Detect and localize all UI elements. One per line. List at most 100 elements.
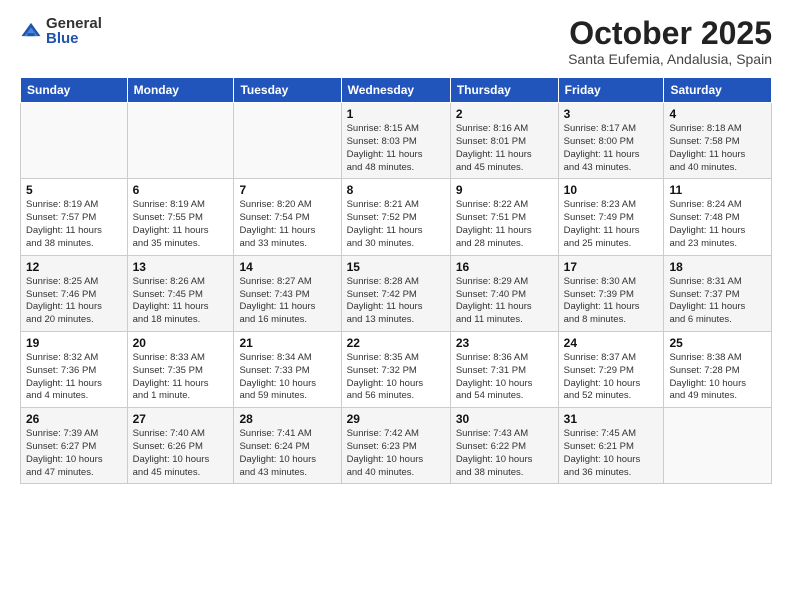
day-number: 31	[564, 412, 659, 426]
day-cell: 13 Sunrise: 8:26 AM Sunset: 7:45 PM Dayli…	[127, 255, 234, 331]
day-info: Sunrise: 8:25 AM Sunset: 7:46 PM Dayligh…	[26, 276, 122, 327]
day-info: Sunrise: 8:36 AM Sunset: 7:31 PM Dayligh…	[456, 352, 553, 403]
day-cell: 19 Sunrise: 8:32 AM Sunset: 7:36 PM Dayli…	[21, 331, 128, 407]
day-info: Sunrise: 8:18 AM Sunset: 7:58 PM Dayligh…	[669, 123, 766, 174]
day-number: 15	[347, 260, 445, 274]
day-number: 1	[347, 107, 445, 121]
day-number: 3	[564, 107, 659, 121]
day-cell: 27Sunrise: 7:40 AM Sunset: 6:26 PM Dayli…	[127, 408, 234, 484]
day-number: 20	[133, 336, 229, 350]
calendar-header: SundayMondayTuesdayWednesdayThursdayFrid…	[21, 78, 772, 103]
day-info: Sunrise: 8:33 AM Sunset: 7:35 PM Dayligh…	[133, 352, 229, 403]
day-info: Sunrise: 8:19 AM Sunset: 7:57 PM Dayligh…	[26, 199, 122, 250]
day-cell	[127, 103, 234, 179]
day-info: Sunrise: 8:20 AM Sunset: 7:54 PM Dayligh…	[239, 199, 335, 250]
calendar-body: 1 Sunrise: 8:15 AM Sunset: 8:03 PM Daylig…	[21, 103, 772, 484]
week-row-1: 5 Sunrise: 8:19 AM Sunset: 7:57 PM Daylig…	[21, 179, 772, 255]
week-row-0: 1 Sunrise: 8:15 AM Sunset: 8:03 PM Daylig…	[21, 103, 772, 179]
day-cell: 11Sunrise: 8:24 AM Sunset: 7:48 PM Dayli…	[664, 179, 772, 255]
day-cell: 24 Sunrise: 8:37 AM Sunset: 7:29 PM Dayli…	[558, 331, 664, 407]
day-info: Sunrise: 8:35 AM Sunset: 7:32 PM Dayligh…	[347, 352, 445, 403]
day-cell: 7 Sunrise: 8:20 AM Sunset: 7:54 PM Daylig…	[234, 179, 341, 255]
day-info: Sunrise: 7:42 AM Sunset: 6:23 PM Dayligh…	[347, 428, 445, 479]
day-cell	[21, 103, 128, 179]
day-cell: 18Sunrise: 8:31 AM Sunset: 7:37 PM Dayli…	[664, 255, 772, 331]
day-number: 10	[564, 183, 659, 197]
weekday-monday: Monday	[127, 78, 234, 103]
day-number: 4	[669, 107, 766, 121]
day-number: 2	[456, 107, 553, 121]
day-info: Sunrise: 8:15 AM Sunset: 8:03 PM Dayligh…	[347, 123, 445, 174]
day-number: 7	[239, 183, 335, 197]
day-cell: 26 Sunrise: 7:39 AM Sunset: 6:27 PM Dayli…	[21, 408, 128, 484]
header: General Blue October 2025 Santa Eufemia,…	[20, 16, 772, 67]
logo-icon	[20, 20, 42, 42]
week-row-3: 19 Sunrise: 8:32 AM Sunset: 7:36 PM Dayli…	[21, 331, 772, 407]
day-number: 11	[669, 183, 766, 197]
day-info: Sunrise: 8:34 AM Sunset: 7:33 PM Dayligh…	[239, 352, 335, 403]
day-info: Sunrise: 8:16 AM Sunset: 8:01 PM Dayligh…	[456, 123, 553, 174]
day-info: Sunrise: 8:26 AM Sunset: 7:45 PM Dayligh…	[133, 276, 229, 327]
calendar-table: SundayMondayTuesdayWednesdayThursdayFrid…	[20, 77, 772, 484]
day-number: 5	[26, 183, 122, 197]
day-info: Sunrise: 8:29 AM Sunset: 7:40 PM Dayligh…	[456, 276, 553, 327]
day-info: Sunrise: 7:43 AM Sunset: 6:22 PM Dayligh…	[456, 428, 553, 479]
day-cell: 25Sunrise: 8:38 AM Sunset: 7:28 PM Dayli…	[664, 331, 772, 407]
day-number: 19	[26, 336, 122, 350]
day-number: 13	[133, 260, 229, 274]
day-number: 18	[669, 260, 766, 274]
day-number: 17	[564, 260, 659, 274]
day-info: Sunrise: 7:39 AM Sunset: 6:27 PM Dayligh…	[26, 428, 122, 479]
day-info: Sunrise: 8:32 AM Sunset: 7:36 PM Dayligh…	[26, 352, 122, 403]
day-number: 9	[456, 183, 553, 197]
weekday-wednesday: Wednesday	[341, 78, 450, 103]
day-info: Sunrise: 8:37 AM Sunset: 7:29 PM Dayligh…	[564, 352, 659, 403]
weekday-thursday: Thursday	[450, 78, 558, 103]
day-number: 6	[133, 183, 229, 197]
day-cell	[664, 408, 772, 484]
day-cell: 30 Sunrise: 7:43 AM Sunset: 6:22 PM Dayli…	[450, 408, 558, 484]
day-cell: 20 Sunrise: 8:33 AM Sunset: 7:35 PM Dayli…	[127, 331, 234, 407]
day-info: Sunrise: 8:17 AM Sunset: 8:00 PM Dayligh…	[564, 123, 659, 174]
day-cell: 28Sunrise: 7:41 AM Sunset: 6:24 PM Dayli…	[234, 408, 341, 484]
day-info: Sunrise: 8:38 AM Sunset: 7:28 PM Dayligh…	[669, 352, 766, 403]
week-row-4: 26 Sunrise: 7:39 AM Sunset: 6:27 PM Dayli…	[21, 408, 772, 484]
week-row-2: 12 Sunrise: 8:25 AM Sunset: 7:46 PM Dayli…	[21, 255, 772, 331]
day-number: 23	[456, 336, 553, 350]
logo-general: General	[46, 16, 102, 31]
weekday-saturday: Saturday	[664, 78, 772, 103]
location: Santa Eufemia, Andalusia, Spain	[568, 51, 772, 67]
day-info: Sunrise: 8:19 AM Sunset: 7:55 PM Dayligh…	[133, 199, 229, 250]
weekday-row: SundayMondayTuesdayWednesdayThursdayFrid…	[21, 78, 772, 103]
day-number: 24	[564, 336, 659, 350]
day-cell: 23 Sunrise: 8:36 AM Sunset: 7:31 PM Dayli…	[450, 331, 558, 407]
day-info: Sunrise: 8:28 AM Sunset: 7:42 PM Dayligh…	[347, 276, 445, 327]
day-number: 27	[133, 412, 229, 426]
day-cell: 15 Sunrise: 8:28 AM Sunset: 7:42 PM Dayli…	[341, 255, 450, 331]
weekday-sunday: Sunday	[21, 78, 128, 103]
day-info: Sunrise: 8:30 AM Sunset: 7:39 PM Dayligh…	[564, 276, 659, 327]
day-number: 16	[456, 260, 553, 274]
day-cell: 4 Sunrise: 8:18 AM Sunset: 7:58 PM Daylig…	[664, 103, 772, 179]
day-cell: 14 Sunrise: 8:27 AM Sunset: 7:43 PM Dayli…	[234, 255, 341, 331]
day-info: Sunrise: 8:27 AM Sunset: 7:43 PM Dayligh…	[239, 276, 335, 327]
day-number: 12	[26, 260, 122, 274]
day-cell: 16 Sunrise: 8:29 AM Sunset: 7:40 PM Dayli…	[450, 255, 558, 331]
day-cell: 1 Sunrise: 8:15 AM Sunset: 8:03 PM Daylig…	[341, 103, 450, 179]
day-cell: 12 Sunrise: 8:25 AM Sunset: 7:46 PM Dayli…	[21, 255, 128, 331]
logo-blue: Blue	[46, 31, 102, 46]
day-cell: 10Sunrise: 8:23 AM Sunset: 7:49 PM Dayli…	[558, 179, 664, 255]
day-cell: 31 Sunrise: 7:45 AM Sunset: 6:21 PM Dayli…	[558, 408, 664, 484]
day-info: Sunrise: 8:21 AM Sunset: 7:52 PM Dayligh…	[347, 199, 445, 250]
day-info: Sunrise: 7:41 AM Sunset: 6:24 PM Dayligh…	[239, 428, 335, 479]
day-number: 14	[239, 260, 335, 274]
day-cell	[234, 103, 341, 179]
day-number: 22	[347, 336, 445, 350]
day-number: 26	[26, 412, 122, 426]
day-number: 30	[456, 412, 553, 426]
day-info: Sunrise: 7:45 AM Sunset: 6:21 PM Dayligh…	[564, 428, 659, 479]
page: General Blue October 2025 Santa Eufemia,…	[0, 0, 792, 612]
day-cell: 17 Sunrise: 8:30 AM Sunset: 7:39 PM Dayli…	[558, 255, 664, 331]
day-cell: 8Sunrise: 8:21 AM Sunset: 7:52 PM Daylig…	[341, 179, 450, 255]
month-title: October 2025	[568, 16, 772, 51]
